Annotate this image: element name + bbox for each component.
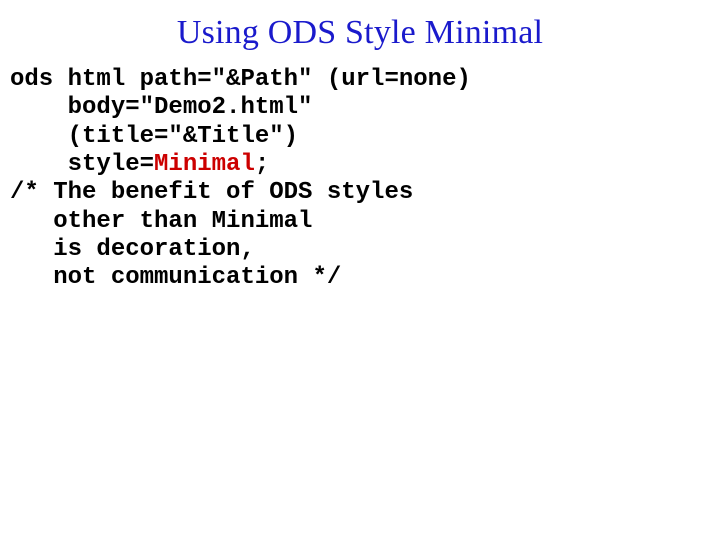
code-line-1: ods html path="&Path" (url=none)	[10, 66, 471, 93]
code-line-4-suffix: ;	[255, 151, 269, 178]
slide-title: Using ODS Style Minimal	[10, 14, 710, 52]
code-line-8: not communication */	[10, 264, 341, 291]
slide: Using ODS Style Minimal ods html path="&…	[0, 0, 720, 540]
code-line-7: is decoration,	[10, 236, 255, 263]
code-line-2: body="Demo2.html"	[10, 94, 312, 121]
code-block: ods html path="&Path" (url=none) body="D…	[10, 66, 710, 293]
code-line-5: /* The benefit of ODS styles	[10, 179, 413, 206]
code-line-3: (title="&Title")	[10, 123, 298, 150]
code-line-6: other than Minimal	[10, 208, 312, 235]
code-highlight-minimal: Minimal	[154, 151, 255, 178]
code-line-4-prefix: style=	[10, 151, 154, 178]
